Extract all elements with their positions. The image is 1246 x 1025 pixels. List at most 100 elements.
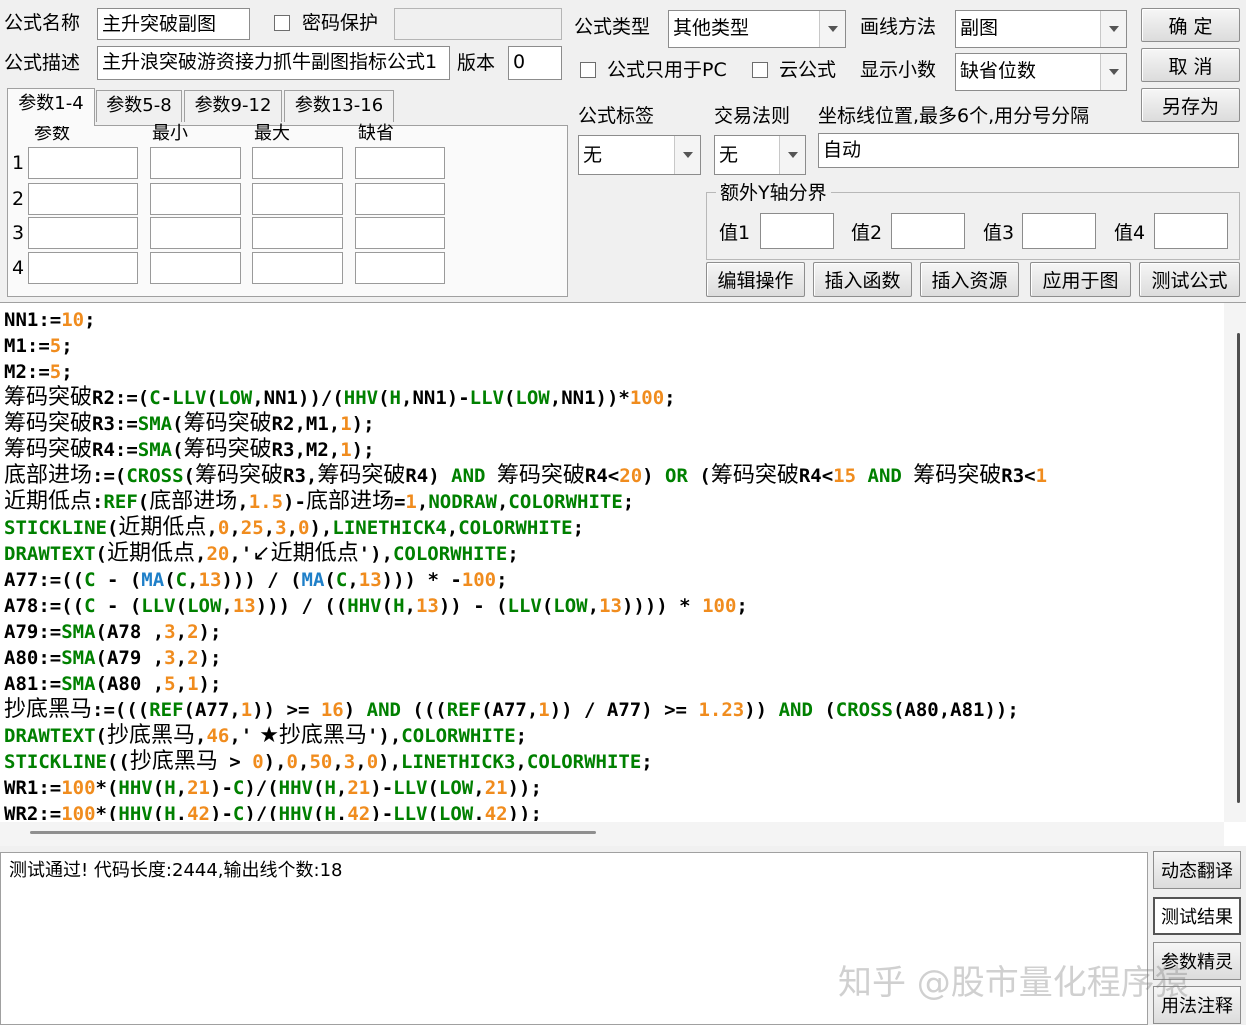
code-line[interactable]: 筹码突破R3:=SMA(筹码突破R2,M1,1); xyxy=(4,411,1218,437)
vertical-scrollbar-thumb[interactable] xyxy=(1237,333,1240,803)
code-line[interactable]: A77:=((C - (MA(C,13))) / (MA(C,13))) * -… xyxy=(4,567,1218,593)
code-line[interactable]: STICKLINE(近期低点,0,25,3,0),LINETHICK4,COLO… xyxy=(4,515,1218,541)
code-line[interactable]: 近期低点:REF(底部进场,1.5)-底部进场=1,NODRAW,COLORWH… xyxy=(4,489,1218,515)
test-formula-button[interactable]: 测试公式 xyxy=(1139,262,1240,297)
code-line[interactable]: WR1:=100*(HHV(H,21)-C)/(HHV(H,21)-LLV(LO… xyxy=(4,775,1218,801)
cancel-button[interactable]: 取 消 xyxy=(1141,48,1240,82)
axis-position-input[interactable]: 自动 xyxy=(818,133,1239,168)
code-token: 筹码突破 xyxy=(710,463,799,488)
code-line[interactable]: STICKLINE((抄底黑马 > 0),0,50,3,0),LINETHICK… xyxy=(4,749,1218,775)
code-line[interactable]: DRAWTEXT(近期低点,20,'↙近期低点'),COLORWHITE; xyxy=(4,541,1218,567)
code-token: ( xyxy=(152,777,165,799)
cloud-formula-checkbox[interactable] xyxy=(752,62,768,78)
param-1-default-input[interactable] xyxy=(355,147,445,179)
formula-type-select[interactable]: 其他类型 xyxy=(668,10,846,48)
code-line[interactable]: A79:=SMA(A78 ,3,2); xyxy=(4,619,1218,645)
dynamic-translate-button[interactable]: 动态翻译 xyxy=(1153,851,1241,889)
vertical-scrollbar[interactable] xyxy=(1224,303,1246,822)
extra-y-4-input[interactable] xyxy=(1154,213,1228,249)
chevron-down-icon[interactable] xyxy=(674,136,700,174)
test-result-button[interactable]: 测试结果 xyxy=(1153,897,1241,935)
code-token: C xyxy=(84,569,96,591)
code-line[interactable]: A80:=SMA(A79 ,3,2); xyxy=(4,645,1218,671)
code-token: ; xyxy=(507,543,519,565)
code-line[interactable]: 底部进场:=(CROSS(筹码突破R3,筹码突破R4) AND 筹码突破R4<2… xyxy=(4,463,1218,489)
code-line[interactable]: NN1:=10; xyxy=(4,307,1218,333)
formula-tag-select[interactable]: 无 xyxy=(578,135,701,175)
save-as-button[interactable]: 另存为 xyxy=(1141,88,1240,122)
code-token: 1 xyxy=(240,699,253,721)
chevron-down-icon[interactable] xyxy=(779,136,805,174)
code-line[interactable]: 筹码突破R4:=SMA(筹码突破R3,M2,1); xyxy=(4,437,1218,463)
code-line[interactable]: A78:=((C - (LLV(LOW,13))) / ((HHV(H,13))… xyxy=(4,593,1218,619)
code-line[interactable]: A81:=SMA(A80 ,5,1); xyxy=(4,671,1218,697)
chevron-down-icon[interactable] xyxy=(1100,11,1126,47)
code-token: STICKLINE xyxy=(4,751,107,773)
code-token: )) xyxy=(252,699,276,721)
param-3-min-input[interactable] xyxy=(150,217,241,249)
param-4-min-input[interactable] xyxy=(150,252,241,284)
insert-function-button[interactable]: 插入函数 xyxy=(813,262,912,297)
code-token: ,NN1) xyxy=(252,387,310,409)
param-2-max-input[interactable] xyxy=(252,183,343,215)
code-line[interactable]: 抄底黑马:=(((REF(A77,1)) >= 16) AND (((REF(A… xyxy=(4,697,1218,723)
edit-ops-button[interactable]: 编辑操作 xyxy=(706,262,805,297)
code-token: ( xyxy=(95,725,107,747)
usage-notes-button[interactable]: 用法注释 xyxy=(1153,986,1241,1024)
code-token: ( xyxy=(381,595,394,617)
param-1-name-input[interactable] xyxy=(28,147,138,179)
code-line[interactable]: WR2:=100*(HHV(H.42)-C)/(HHV(H.42)-LLV(LO… xyxy=(4,801,1218,821)
extra-y-2-input[interactable] xyxy=(891,213,965,249)
formula-name-input[interactable]: 主升突破副图 xyxy=(97,8,250,40)
code-token: WR1:= xyxy=(4,777,62,799)
param-1-min-input[interactable] xyxy=(150,147,241,179)
test-output-panel[interactable]: 测试通过! 代码长度:2444,输出线个数:18 xyxy=(0,852,1148,1025)
pc-only-checkbox[interactable] xyxy=(580,62,596,78)
tab-params-9-12[interactable]: 参数9-12 xyxy=(184,90,282,122)
param-3-default-input[interactable] xyxy=(355,217,445,249)
code-content[interactable]: NN1:=10; M1:=5; M2:=5; 筹码突破R2:=(C-LLV(LOW,N… xyxy=(4,307,1218,821)
insert-resource-button[interactable]: 插入资源 xyxy=(920,262,1019,297)
code-line[interactable]: DRAWTEXT(抄底黑马,46,' ★抄底黑马'),COLORWHITE; xyxy=(4,723,1218,749)
param-3-name-input[interactable] xyxy=(28,217,138,249)
decimals-select[interactable]: 缺省位数 xyxy=(955,53,1127,91)
param-4-default-input[interactable] xyxy=(355,252,445,284)
code-token: : xyxy=(92,491,104,513)
ok-button[interactable]: 确 定 xyxy=(1141,8,1240,42)
code-line[interactable]: 筹码突破R2:=(C-LLV(LOW,NN1))/(HHV(H,NN1)-LLV… xyxy=(4,385,1218,411)
param-wizard-button[interactable]: 参数精灵 xyxy=(1153,942,1241,980)
chevron-down-icon[interactable] xyxy=(819,11,845,47)
tab-params-13-16[interactable]: 参数13-16 xyxy=(284,90,394,122)
extra-y-3-input[interactable] xyxy=(1022,213,1096,249)
draw-method-select[interactable]: 副图 xyxy=(955,10,1127,48)
trade-rule-select[interactable]: 无 xyxy=(714,135,806,175)
code-token: , xyxy=(355,751,367,773)
param-4-max-input[interactable] xyxy=(252,252,343,284)
param-2-min-input[interactable] xyxy=(150,183,241,215)
apply-to-chart-button[interactable]: 应用于图 xyxy=(1030,262,1131,297)
extra-y-3-label: 值3 xyxy=(983,222,1015,244)
password-checkbox[interactable] xyxy=(274,15,290,31)
tab-params-1-4[interactable]: 参数1-4 xyxy=(7,88,95,126)
password-input[interactable] xyxy=(394,8,562,40)
code-token: , xyxy=(473,777,485,799)
code-token: 抄底黑马 xyxy=(106,723,195,748)
formula-desc-input[interactable]: 主升浪突破游资接力抓牛副图指标公式1 xyxy=(97,46,450,80)
code-line[interactable]: M1:=5; xyxy=(4,333,1218,359)
horizontal-scrollbar[interactable] xyxy=(0,822,1224,846)
chevron-down-icon[interactable] xyxy=(1100,54,1126,90)
tab-params-5-8[interactable]: 参数5-8 xyxy=(96,90,182,122)
param-3-max-input[interactable] xyxy=(252,217,343,249)
code-token: 25 xyxy=(240,517,264,539)
code-token: ; xyxy=(641,751,653,773)
version-input[interactable]: 0 xyxy=(508,46,562,80)
horizontal-scrollbar-thumb[interactable] xyxy=(30,831,596,834)
param-2-default-input[interactable] xyxy=(355,183,445,215)
code-editor[interactable]: NN1:=10; M1:=5; M2:=5; 筹码突破R2:=(C-LLV(LOW,N… xyxy=(0,302,1246,846)
code-token: SMA xyxy=(137,413,173,435)
param-2-name-input[interactable] xyxy=(28,183,138,215)
code-line[interactable]: M2:=5; xyxy=(4,359,1218,385)
param-1-max-input[interactable] xyxy=(252,147,343,179)
extra-y-1-input[interactable] xyxy=(760,213,834,249)
param-4-name-input[interactable] xyxy=(28,252,138,284)
